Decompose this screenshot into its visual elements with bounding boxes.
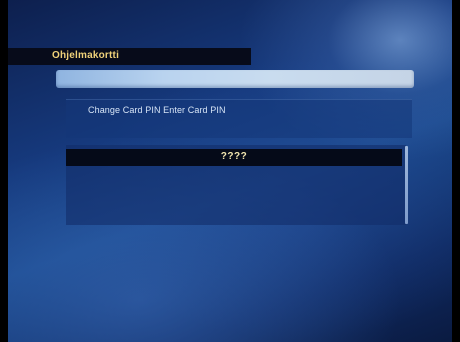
screen-border-left: [0, 0, 8, 342]
tv-menu-screen: Ohjelmakortti Change Card PIN Enter Card…: [0, 0, 460, 342]
scrollbar[interactable]: [405, 146, 408, 224]
dialog-message: Change Card PIN Enter Card PIN: [88, 105, 226, 115]
highlight-bar: [56, 70, 414, 88]
menu-title: Ohjelmakortti: [52, 50, 120, 61]
pin-value: ????: [220, 151, 248, 162]
screen-border-right: [452, 0, 460, 342]
menu-title-bar: [8, 48, 251, 65]
